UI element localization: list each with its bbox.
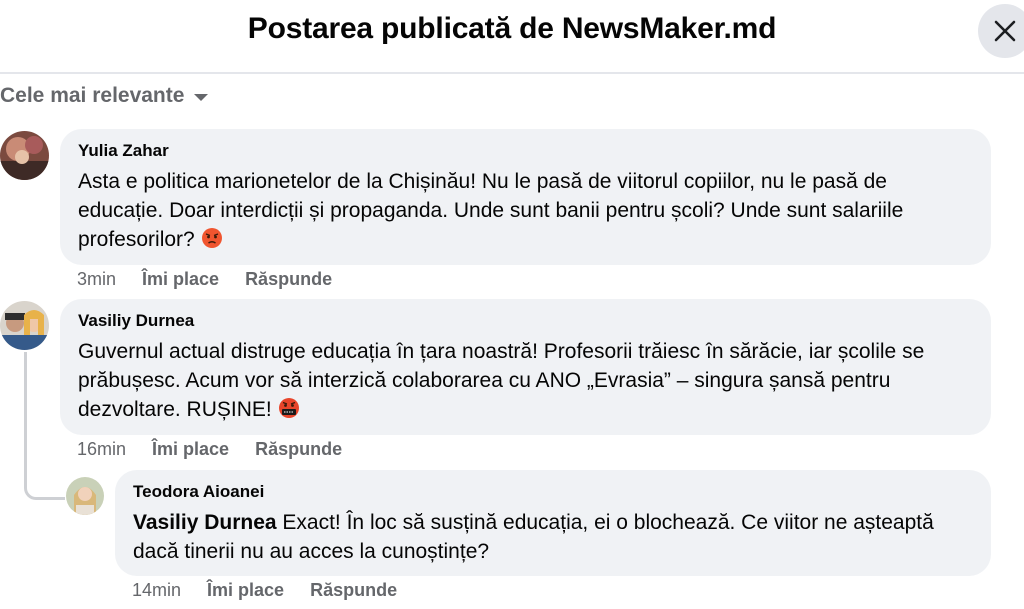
thread-line [24, 352, 27, 452]
comment-author[interactable]: Vasiliy Durnea [78, 311, 973, 331]
cursing-face-emoji [278, 398, 299, 418]
comment-author[interactable]: Teodora Aioanei [133, 482, 973, 502]
close-icon [994, 20, 1016, 42]
comment-actions: 3min Îmi place Răspunde [77, 269, 358, 290]
angry-face-emoji [201, 228, 222, 248]
avatar[interactable] [0, 131, 49, 180]
comment-author[interactable]: Yulia Zahar [78, 141, 973, 161]
dialog-title: Postarea publicată de NewsMaker.md [247, 12, 777, 45]
reply-button[interactable]: Răspunde [245, 269, 332, 290]
chevron-down-icon [194, 94, 209, 101]
comment-text: Guvernul actual distruge educația în țar… [78, 340, 925, 421]
thread-connector [24, 452, 65, 500]
comment-text: Vasiliy Durnea Exact! În loc să susțină … [133, 511, 934, 563]
sort-label: Cele mai relevante [0, 84, 185, 107]
comment-actions: 14min Îmi place Răspunde [132, 580, 423, 601]
comment-bubble: Vasiliy Durnea Guvernul actual distruge … [60, 299, 991, 435]
comment-bubble: Teodora Aioanei Vasiliy Durnea Exact! În… [115, 470, 991, 576]
comment-text: Asta e politica marionetelor de la Chiși… [78, 170, 904, 251]
avatar[interactable] [0, 301, 49, 350]
comment-time[interactable]: 14min [132, 580, 181, 601]
like-button[interactable]: Îmi place [152, 439, 229, 460]
close-button[interactable] [978, 4, 1024, 58]
reply-button[interactable]: Răspunde [255, 439, 342, 460]
like-button[interactable]: Îmi place [207, 580, 284, 601]
comment-time[interactable]: 16min [77, 439, 126, 460]
avatar[interactable] [66, 477, 104, 515]
like-button[interactable]: Îmi place [142, 269, 219, 290]
comment-time[interactable]: 3min [77, 269, 116, 290]
sort-dropdown[interactable]: Cele mai relevante [0, 84, 209, 108]
mention-link[interactable]: Vasiliy Durnea [133, 511, 277, 534]
comment-actions: 16min Îmi place Răspunde [77, 439, 368, 460]
reply-button[interactable]: Răspunde [310, 580, 397, 601]
comment-bubble: Yulia Zahar Asta e politica marionetelor… [60, 129, 991, 265]
dialog-header: Postarea publicată de NewsMaker.md [0, 0, 1024, 74]
